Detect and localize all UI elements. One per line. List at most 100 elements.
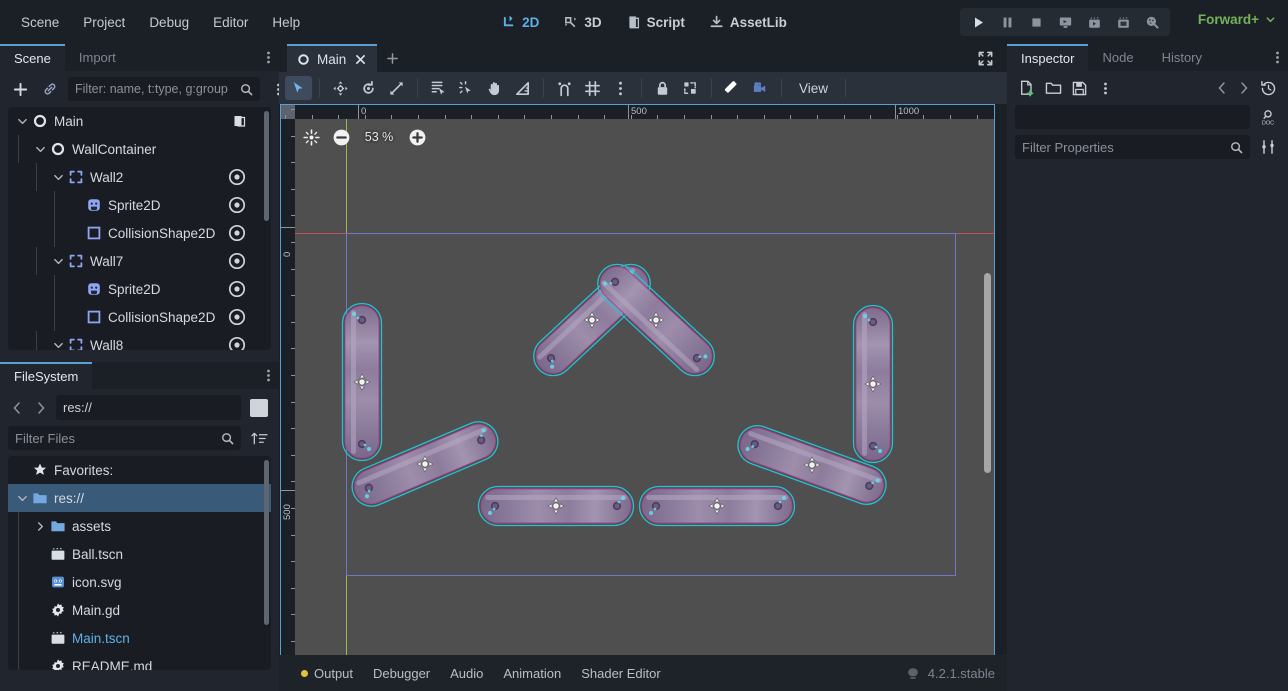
scene-tree-row[interactable]: Sprite2D [8, 191, 271, 219]
bottom-panel-debugger-button[interactable]: Debugger [363, 662, 440, 685]
visibility-toggle-icon[interactable] [228, 280, 246, 298]
tree-twisty-icon[interactable] [34, 632, 46, 644]
bottom-panel-output-button[interactable]: Output [291, 662, 363, 685]
instance-scene-button[interactable] [38, 77, 62, 101]
move-mode-button[interactable] [327, 76, 354, 100]
zoom-reset-button[interactable] [301, 127, 321, 147]
renderer-selector[interactable]: Forward+ [1198, 12, 1276, 27]
scene-tree-row[interactable]: Sprite2D [8, 275, 271, 303]
close-icon[interactable] [353, 52, 367, 66]
group-button[interactable] [677, 76, 704, 100]
menu-help[interactable]: Help [261, 10, 311, 35]
visibility-toggle-icon[interactable] [228, 224, 246, 242]
scene-filter-field[interactable] [68, 77, 260, 101]
tree-twisty-icon[interactable] [34, 548, 46, 560]
load-resource-button[interactable] [1041, 76, 1065, 100]
filesystem-tree-row[interactable]: res:// [8, 484, 271, 512]
bottom-panel-shader-editor-button[interactable]: Shader Editor [571, 662, 671, 685]
tree-twisty-icon[interactable] [52, 255, 64, 267]
tree-twisty-icon[interactable] [70, 227, 82, 239]
visibility-toggle-icon[interactable] [228, 336, 246, 350]
menu-editor[interactable]: Editor [202, 10, 259, 35]
distraction-free-button[interactable] [973, 47, 997, 69]
filesystem-tree-row[interactable]: Favorites: [8, 456, 271, 484]
list-select-button[interactable] [425, 76, 452, 100]
history-back-button[interactable] [1212, 76, 1232, 100]
filesystem-tree-row[interactable]: icon.svg [8, 568, 271, 596]
smart-snap-button[interactable] [551, 76, 578, 100]
mode-button-2d[interactable]: 2D [491, 10, 549, 35]
attached-script-icon[interactable] [233, 115, 246, 128]
zoom-out-button[interactable] [331, 127, 351, 147]
stop-project-button[interactable] [1022, 10, 1050, 34]
scene-tree-row[interactable]: Main [8, 107, 271, 135]
fs-back-button[interactable] [8, 396, 26, 420]
tree-twisty-icon[interactable] [16, 492, 28, 504]
menu-scene[interactable]: Scene [10, 10, 70, 35]
visibility-toggle-icon[interactable] [228, 308, 246, 326]
tree-twisty-icon[interactable] [34, 604, 46, 616]
lock-button[interactable] [649, 76, 676, 100]
scene-dock-menu-button[interactable] [257, 44, 279, 71]
play-scene-button[interactable] [1080, 10, 1108, 34]
snap-options-button[interactable] [607, 76, 634, 100]
inspector-resource-field[interactable] [1015, 105, 1250, 129]
visibility-toggle-icon[interactable] [228, 252, 246, 270]
tree-twisty-icon[interactable] [70, 199, 82, 211]
play-project-button[interactable] [964, 10, 992, 34]
inspector-dock-menu-button[interactable] [1266, 44, 1288, 71]
tree-twisty-icon[interactable] [34, 576, 46, 588]
tab-filesystem[interactable]: FileSystem [0, 362, 92, 389]
fs-forward-button[interactable] [32, 396, 50, 420]
scene-tree-row[interactable]: Wall2 [8, 163, 271, 191]
fs-sort-button[interactable] [247, 426, 271, 450]
zoom-in-button[interactable] [407, 127, 427, 147]
view-menu-button[interactable]: View [789, 76, 838, 100]
tab-scene[interactable]: Scene [0, 44, 65, 71]
pause-project-button[interactable] [993, 10, 1021, 34]
tree-twisty-icon[interactable] [34, 143, 46, 155]
object-tools-button[interactable] [1256, 135, 1280, 159]
open-docs-button[interactable]: DOC [1256, 105, 1280, 129]
scene-tree-row[interactable]: WallContainer [8, 135, 271, 163]
skeleton-button[interactable] [719, 76, 746, 100]
filesystem-tree-row[interactable]: Main.tscn [8, 624, 271, 652]
ruler-mode-button[interactable] [509, 76, 536, 100]
bottom-panel-animation-button[interactable]: Animation [493, 662, 571, 685]
scene-tree-row[interactable]: Wall7 [8, 247, 271, 275]
mode-button-3d[interactable]: 3D [553, 10, 611, 35]
filesystem-tree-scrollbar[interactable] [264, 460, 269, 625]
scene-filter-input[interactable] [75, 82, 236, 96]
filesystem-tree-row[interactable]: assets [8, 512, 271, 540]
tree-twisty-icon[interactable] [70, 283, 82, 295]
inspector-filter-input[interactable] [1022, 140, 1226, 155]
tree-twisty-icon[interactable] [34, 660, 46, 670]
canvas-vscroll-thumb[interactable] [984, 273, 991, 473]
resource-extra-button[interactable] [1093, 76, 1117, 100]
grid-snap-button[interactable] [579, 76, 606, 100]
bottom-panel-audio-button[interactable]: Audio [440, 662, 493, 685]
play-custom-scene-button[interactable] [1109, 10, 1137, 34]
tree-twisty-icon[interactable] [16, 464, 28, 476]
tab-inspector[interactable]: Inspector [1007, 44, 1088, 71]
tab-node[interactable]: Node [1088, 44, 1147, 71]
scene-tree-scrollbar[interactable] [264, 111, 269, 221]
tab-history[interactable]: History [1148, 44, 1216, 71]
select-mode-button[interactable] [285, 76, 312, 100]
inspector-filter-field[interactable] [1015, 135, 1250, 159]
fs-toggle-split-button[interactable] [247, 396, 271, 420]
save-resource-button[interactable] [1067, 76, 1091, 100]
tree-twisty-icon[interactable] [52, 339, 64, 350]
scene-tree-row[interactable]: CollisionShape2D [8, 219, 271, 247]
pan-mode-button[interactable] [481, 76, 508, 100]
canvas-drawing-area[interactable]: 53 % [295, 119, 994, 678]
tree-twisty-icon[interactable] [52, 171, 64, 183]
history-forward-button[interactable] [1234, 76, 1254, 100]
remote-debug-button[interactable] [1051, 10, 1079, 34]
filesystem-tree-row[interactable]: Main.gd [8, 596, 271, 624]
filesystem-tree-row[interactable]: README.md [8, 652, 271, 670]
filesystem-dock-menu-button[interactable] [257, 362, 279, 389]
ruler-corner[interactable] [281, 105, 295, 119]
scale-mode-button[interactable] [383, 76, 410, 100]
scene-tree[interactable]: MainWallContainerWall2Sprite2DCollisionS… [8, 107, 271, 350]
